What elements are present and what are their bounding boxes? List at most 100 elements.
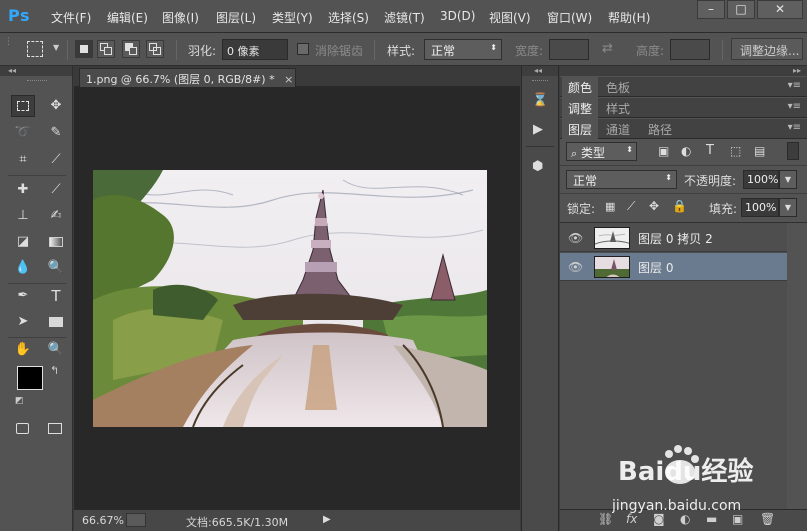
healing-brush-icon[interactable]: ✚ — [11, 179, 35, 201]
opacity-dropdown-icon[interactable]: ▼ — [779, 170, 797, 189]
lock-transparent-icon[interactable]: ▦ — [605, 200, 615, 213]
quick-select-icon[interactable]: ✎ — [44, 122, 68, 144]
menu-image[interactable]: 图像(I) — [162, 9, 199, 26]
eye-icon[interactable]: 👁 — [568, 260, 584, 274]
dodge-icon[interactable]: 🔍 — [44, 257, 68, 279]
tab-swatches[interactable]: 色板 — [600, 77, 636, 97]
rect-marquee-icon[interactable] — [11, 95, 35, 117]
gradient-icon[interactable] — [44, 231, 68, 253]
panel-menu-icon[interactable]: ▾≡ — [788, 122, 801, 133]
marquee-preset-icon[interactable] — [27, 41, 43, 57]
layer-filter-select[interactable]: ⌕ 类型 ⬍ — [566, 142, 637, 161]
foreground-color-swatch[interactable] — [17, 366, 43, 390]
3d-icon[interactable]: ⬢ — [532, 159, 543, 174]
crop-icon[interactable]: ⌗ — [11, 149, 35, 171]
lock-brush-icon[interactable]: ⟋ — [627, 199, 635, 214]
minimize-button[interactable]: – — [697, 0, 725, 19]
hand-icon[interactable]: ✋ — [11, 339, 35, 361]
filter-type-icon[interactable]: T — [706, 143, 714, 158]
default-colors-icon[interactable]: ◩ — [15, 396, 24, 406]
new-layer-icon[interactable]: ▣ — [732, 512, 743, 526]
actions-play-icon[interactable]: ▶ — [533, 122, 543, 137]
lock-all-icon[interactable]: 🔒 — [672, 199, 687, 213]
status-menu-arrow-icon[interactable]: ▶ — [323, 514, 331, 525]
height-input[interactable] — [670, 39, 710, 60]
swap-icon[interactable]: ⇄ — [602, 41, 613, 56]
history-icon[interactable]: ⌛ — [532, 93, 548, 108]
menu-help[interactable]: 帮助(H) — [608, 9, 650, 26]
menu-3d[interactable]: 3D(D) — [440, 9, 475, 23]
tab-channels[interactable]: 通道 — [600, 119, 636, 139]
fill-dropdown-icon[interactable]: ▼ — [779, 198, 797, 217]
new-group-icon[interactable]: ▬ — [706, 512, 717, 526]
lock-move-icon[interactable]: ✥ — [649, 199, 659, 213]
blur-icon[interactable]: 💧 — [11, 257, 35, 279]
status-info-icon[interactable] — [126, 513, 146, 527]
pen-icon[interactable]: ✒ — [11, 285, 35, 307]
layers-scrollbar[interactable] — [787, 223, 807, 509]
panel-menu-icon[interactable]: ▾≡ — [788, 80, 801, 91]
tab-styles[interactable]: 样式 — [600, 98, 636, 118]
screen-mode-icon[interactable] — [44, 418, 68, 440]
type-icon[interactable]: T — [44, 285, 68, 307]
move-icon[interactable]: ✥ — [44, 95, 68, 117]
filter-adjustment-icon[interactable]: ◐ — [681, 144, 691, 158]
close-tab-icon[interactable]: × — [284, 73, 293, 86]
style-select[interactable]: 正常 ⬍ — [424, 39, 502, 60]
expand-icon[interactable]: ◂◂ — [522, 66, 558, 76]
fill-input[interactable]: 100% — [741, 198, 779, 217]
eye-icon[interactable]: 👁 — [568, 231, 584, 245]
menu-file[interactable]: 文件(F) — [51, 9, 91, 26]
chevron-down-icon[interactable]: ▼ — [53, 43, 59, 52]
eyedropper-icon[interactable]: ⟋ — [44, 149, 68, 171]
swap-colors-icon[interactable]: ↰ — [50, 364, 59, 377]
link-layers-icon[interactable]: ⛓ — [598, 512, 613, 526]
zoom-level[interactable]: 66.67% — [82, 514, 124, 527]
blend-mode-select[interactable]: 正常 ⬍ — [566, 170, 677, 189]
eraser-icon[interactable]: ◪ — [11, 231, 35, 253]
menu-view[interactable]: 视图(V) — [489, 9, 531, 26]
collapse-panels-icon[interactable]: ▸▸ — [560, 66, 807, 76]
add-mask-icon[interactable]: ◙ — [653, 512, 665, 526]
clone-stamp-icon[interactable]: ⊥ — [11, 205, 35, 227]
menu-window[interactable]: 窗口(W) — [547, 9, 592, 26]
feather-input[interactable]: 0 像素 — [222, 39, 288, 60]
menu-type[interactable]: 类型(Y) — [272, 9, 313, 26]
subtract-selection-icon[interactable] — [122, 40, 140, 58]
zoom-icon[interactable]: 🔍 — [44, 339, 68, 361]
brush-icon[interactable]: ⟋ — [44, 179, 68, 201]
new-selection-icon[interactable] — [75, 40, 93, 58]
filter-shape-icon[interactable]: ⬚ — [730, 144, 741, 158]
filter-toggle[interactable] — [787, 142, 799, 160]
layer-row-selected[interactable]: 👁 图层 0 — [560, 253, 787, 281]
tab-layers[interactable]: 图层 — [562, 119, 599, 139]
canvas-image[interactable] — [93, 170, 487, 427]
collapse-icon[interactable]: ◂◂ — [0, 66, 72, 76]
lasso-icon[interactable]: ➰ — [11, 122, 35, 144]
tab-adjustments[interactable]: 调整 — [562, 98, 599, 118]
maximize-button[interactable]: □ — [727, 0, 755, 19]
filter-pixel-icon[interactable]: ▣ — [658, 144, 669, 158]
menu-edit[interactable]: 编辑(E) — [107, 9, 148, 26]
menu-filter[interactable]: 滤镜(T) — [384, 9, 425, 26]
document-tab[interactable]: 1.png @ 66.7% (图层 0, RGB/8#) * × — [79, 68, 296, 87]
filter-smart-object-icon[interactable]: ▤ — [754, 144, 765, 158]
quick-mask-icon[interactable] — [11, 418, 35, 440]
path-select-icon[interactable]: ➤ — [11, 311, 35, 333]
menu-layer[interactable]: 图层(L) — [216, 9, 256, 26]
fx-icon[interactable]: fx — [626, 512, 637, 526]
rectangle-icon[interactable] — [44, 311, 68, 333]
refine-edge-button[interactable]: 调整边缘... — [731, 38, 803, 60]
layer-row[interactable]: 👁 图层 0 拷贝 2 — [560, 224, 787, 252]
intersect-selection-icon[interactable] — [146, 40, 164, 58]
add-selection-icon[interactable] — [97, 40, 115, 58]
history-brush-icon[interactable]: ✍ — [44, 205, 68, 227]
opacity-input[interactable]: 100% — [743, 170, 779, 189]
antialias-checkbox[interactable] — [297, 43, 309, 55]
menu-select[interactable]: 选择(S) — [328, 9, 369, 26]
delete-layer-icon[interactable]: 🗑 — [760, 512, 775, 526]
panel-menu-icon[interactable]: ▾≡ — [788, 101, 801, 112]
width-input[interactable] — [549, 39, 589, 60]
new-adjustment-icon[interactable]: ◐ — [680, 512, 690, 526]
close-button[interactable]: ✕ — [757, 0, 803, 19]
